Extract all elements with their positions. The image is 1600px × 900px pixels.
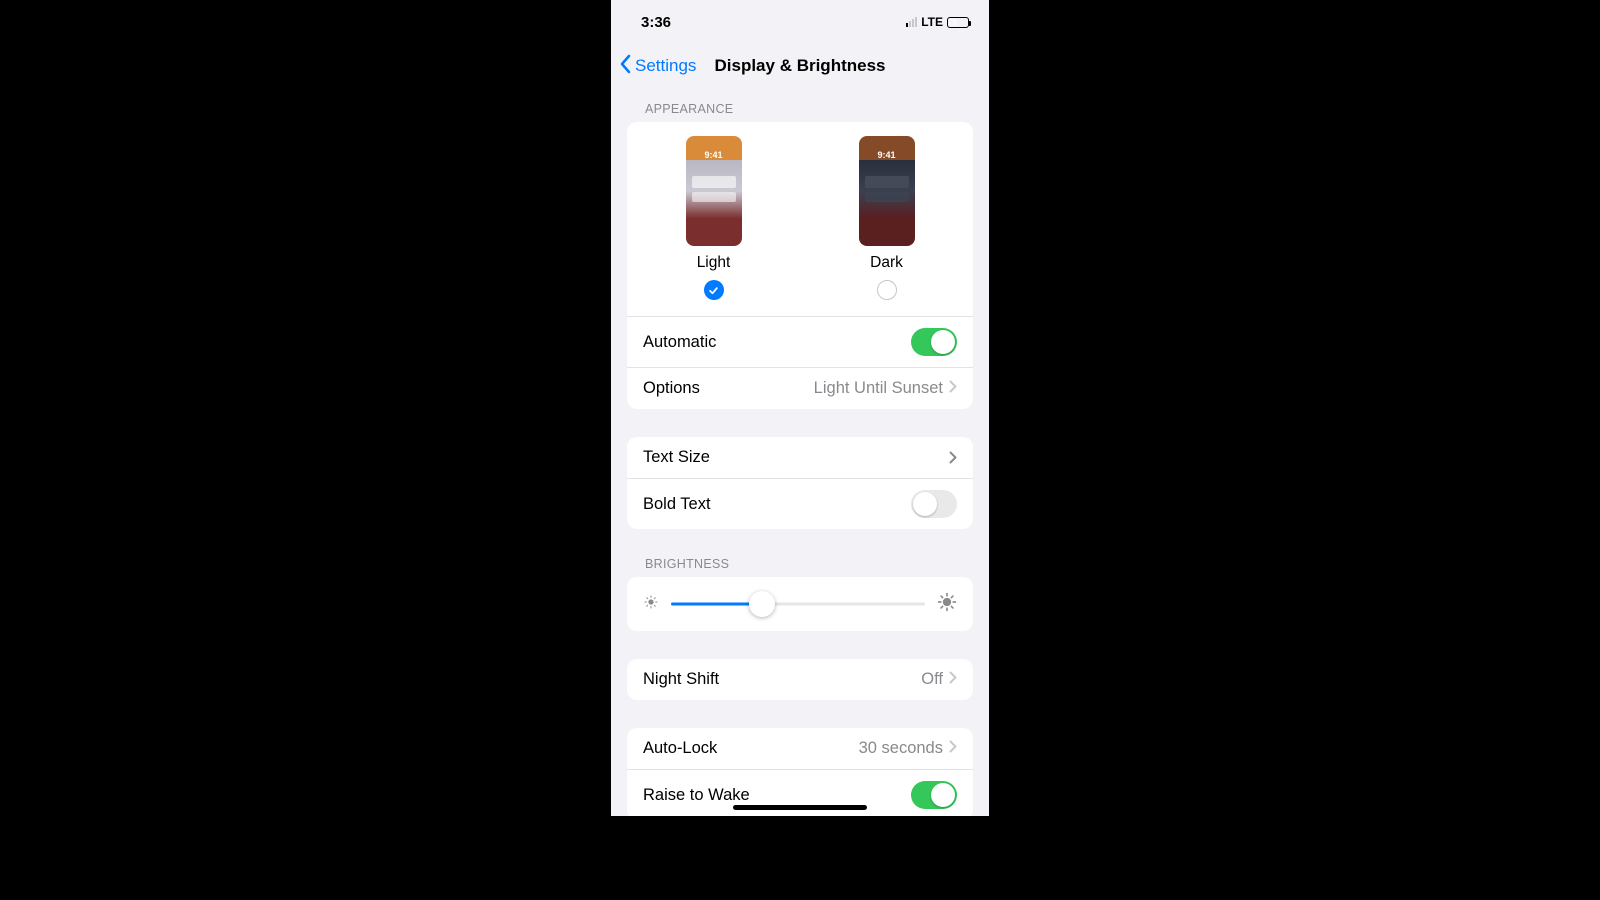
automatic-switch[interactable] bbox=[911, 328, 957, 356]
nav-bar: Settings Display & Brightness bbox=[611, 44, 989, 88]
raise-to-wake-label: Raise to Wake bbox=[643, 786, 750, 805]
appearance-picker: 9:41 Light 9:41 Dark bbox=[627, 122, 973, 316]
status-time: 3:36 bbox=[641, 14, 671, 31]
appearance-option-light[interactable]: 9:41 Light bbox=[654, 136, 774, 300]
chevron-left-icon bbox=[619, 54, 633, 79]
dark-radio[interactable] bbox=[877, 280, 897, 300]
brightness-header: Brightness bbox=[611, 557, 989, 577]
chevron-right-icon bbox=[949, 670, 957, 689]
night-shift-row[interactable]: Night Shift Off bbox=[627, 659, 973, 700]
dark-preview: 9:41 bbox=[859, 136, 915, 246]
bold-text-label: Bold Text bbox=[643, 495, 711, 514]
chevron-right-icon bbox=[949, 379, 957, 398]
carrier-label: LTE bbox=[921, 15, 943, 29]
raise-to-wake-switch[interactable] bbox=[911, 781, 957, 809]
dark-label: Dark bbox=[870, 254, 903, 272]
bold-text-row: Bold Text bbox=[627, 478, 973, 529]
lock-group: Auto-Lock 30 seconds Raise to Wake bbox=[627, 728, 973, 816]
brightness-low-icon bbox=[643, 594, 659, 615]
bold-text-switch[interactable] bbox=[911, 490, 957, 518]
light-radio[interactable] bbox=[704, 280, 724, 300]
status-right: LTE 70 bbox=[906, 15, 969, 29]
automatic-label: Automatic bbox=[643, 333, 716, 352]
auto-lock-value: 30 seconds bbox=[859, 739, 943, 758]
text-size-label: Text Size bbox=[643, 448, 710, 467]
night-shift-label: Night Shift bbox=[643, 670, 719, 689]
back-label: Settings bbox=[635, 56, 696, 76]
appearance-group: 9:41 Light 9:41 Dark Automatic bbox=[627, 122, 973, 409]
auto-lock-label: Auto-Lock bbox=[643, 739, 717, 758]
phone-screen: 3:36 LTE 70 Settings Display & Brightnes… bbox=[611, 0, 989, 816]
settings-content: Appearance 9:41 Light 9:41 Dark bbox=[611, 88, 989, 816]
battery-icon: 70 bbox=[947, 17, 969, 28]
light-preview: 9:41 bbox=[686, 136, 742, 246]
automatic-row: Automatic bbox=[627, 316, 973, 367]
brightness-slider[interactable] bbox=[671, 591, 925, 617]
appearance-option-dark[interactable]: 9:41 Dark bbox=[827, 136, 947, 300]
chevron-right-icon bbox=[949, 739, 957, 758]
appearance-header: Appearance bbox=[611, 102, 989, 122]
back-button[interactable]: Settings bbox=[619, 54, 696, 79]
night-shift-value: Off bbox=[921, 670, 943, 689]
home-indicator[interactable] bbox=[733, 805, 867, 810]
brightness-row bbox=[627, 577, 973, 631]
text-size-row[interactable]: Text Size bbox=[627, 437, 973, 478]
options-row[interactable]: Options Light Until Sunset bbox=[627, 367, 973, 409]
night-shift-group: Night Shift Off bbox=[627, 659, 973, 700]
text-group: Text Size Bold Text bbox=[627, 437, 973, 529]
brightness-group bbox=[627, 577, 973, 631]
brightness-high-icon bbox=[937, 592, 957, 617]
options-label: Options bbox=[643, 379, 700, 398]
status-bar: 3:36 LTE 70 bbox=[611, 0, 989, 44]
signal-icon bbox=[906, 17, 917, 27]
auto-lock-row[interactable]: Auto-Lock 30 seconds bbox=[627, 728, 973, 769]
options-value: Light Until Sunset bbox=[814, 379, 943, 398]
light-label: Light bbox=[697, 254, 731, 272]
chevron-right-icon bbox=[949, 451, 957, 464]
